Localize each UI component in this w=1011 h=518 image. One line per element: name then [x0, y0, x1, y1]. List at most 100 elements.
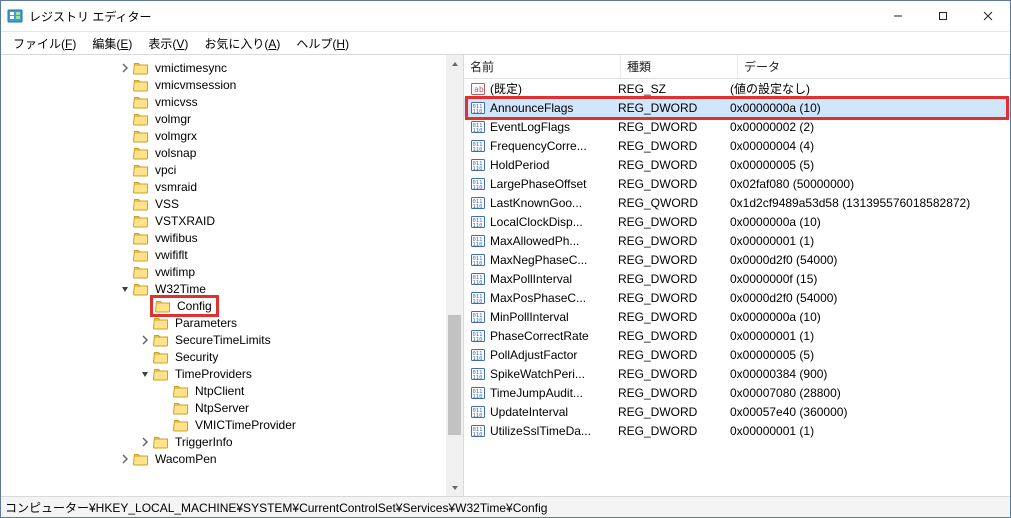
value-row[interactable]: 011110HoldPeriodREG_DWORD0x00000005 (5)	[464, 155, 1010, 174]
tree-item[interactable]: vmictimesync	[1, 59, 463, 76]
folder-icon	[133, 60, 149, 76]
tree-item-label: TimeProviders	[173, 367, 254, 381]
values-list[interactable]: ab(既定)REG_SZ(値の設定なし)011110AnnounceFlagsR…	[464, 79, 1010, 496]
chevron-down-icon[interactable]	[137, 366, 153, 382]
folder-icon	[153, 332, 169, 348]
value-data: 0x0000d2f0 (54000)	[728, 291, 1010, 305]
chevron-right-icon[interactable]	[117, 60, 133, 76]
value-row[interactable]: 011110MaxNegPhaseC...REG_DWORD0x0000d2f0…	[464, 250, 1010, 269]
tree-item[interactable]: SecureTimeLimits	[1, 331, 463, 348]
tree-item[interactable]: VSS	[1, 195, 463, 212]
binary-value-icon: 011110	[470, 252, 486, 268]
value-row[interactable]: 011110PhaseCorrectRateREG_DWORD0x0000000…	[464, 326, 1010, 345]
chevron-right-icon[interactable]	[137, 434, 153, 450]
tree-item[interactable]: VSTXRAID	[1, 212, 463, 229]
value-row[interactable]: 011110EventLogFlagsREG_DWORD0x00000002 (…	[464, 117, 1010, 136]
value-row[interactable]: 011110UpdateIntervalREG_DWORD0x00057e40 …	[464, 402, 1010, 421]
expand-placeholder	[157, 383, 173, 399]
tree-item[interactable]: WacomPen	[1, 450, 463, 467]
value-name: LastKnownGoo...	[490, 196, 582, 210]
folder-icon	[155, 298, 171, 314]
tree-item-label: volsnap	[153, 146, 198, 160]
tree-item-label: Parameters	[173, 316, 239, 330]
menu-item[interactable]: お気に入り(A)	[196, 33, 288, 54]
tree-item[interactable]: vpci	[1, 161, 463, 178]
folder-icon	[153, 434, 169, 450]
tree-item[interactable]: Config	[1, 297, 463, 314]
tree-item[interactable]: TriggerInfo	[1, 433, 463, 450]
tree-item[interactable]: NtpClient	[1, 382, 463, 399]
chevron-down-icon[interactable]	[117, 281, 133, 297]
scroll-thumb[interactable]	[448, 315, 461, 435]
value-row[interactable]: 011110UtilizeSslTimeDa...REG_DWORD0x0000…	[464, 421, 1010, 440]
menu-item[interactable]: 編集(E)	[84, 33, 140, 54]
svg-text:110: 110	[473, 356, 483, 362]
registry-tree[interactable]: vmictimesyncvmicvmsessionvmicvssvolmgrvo…	[1, 59, 463, 496]
tree-item[interactable]: volsnap	[1, 144, 463, 161]
tree-item[interactable]: W32Time	[1, 280, 463, 297]
tree-item-label: VMICTimeProvider	[193, 418, 298, 432]
tree-item[interactable]: vwififlt	[1, 246, 463, 263]
value-row[interactable]: 011110AnnounceFlagsREG_DWORD0x0000000a (…	[464, 98, 1010, 117]
value-row[interactable]: 011110LastKnownGoo...REG_QWORD0x1d2cf948…	[464, 193, 1010, 212]
binary-value-icon: 011110	[470, 138, 486, 154]
binary-value-icon: 011110	[470, 100, 486, 116]
tree-item[interactable]: vwifimp	[1, 263, 463, 280]
chevron-right-icon[interactable]	[117, 451, 133, 467]
col-header-name[interactable]: 名前	[464, 55, 621, 78]
value-data: 0x02faf080 (50000000)	[728, 177, 1010, 191]
scroll-up-icon[interactable]	[446, 55, 463, 72]
value-row[interactable]: 011110LocalClockDisp...REG_DWORD0x000000…	[464, 212, 1010, 231]
value-row[interactable]: 011110MinPollIntervalREG_DWORD0x0000000a…	[464, 307, 1010, 326]
col-header-data[interactable]: データ	[738, 55, 1010, 78]
value-row[interactable]: 011110PollAdjustFactorREG_DWORD0x0000000…	[464, 345, 1010, 364]
col-header-type[interactable]: 種類	[621, 55, 738, 78]
regedit-icon	[7, 8, 23, 24]
menu-item[interactable]: ヘルプ(H)	[288, 33, 357, 54]
menu-item[interactable]: 表示(V)	[140, 33, 196, 54]
tree-item[interactable]: NtpServer	[1, 399, 463, 416]
expand-placeholder	[117, 264, 133, 280]
minimize-button[interactable]	[875, 1, 920, 31]
close-button[interactable]	[965, 1, 1010, 31]
value-row[interactable]: ab(既定)REG_SZ(値の設定なし)	[464, 79, 1010, 98]
string-value-icon: ab	[470, 81, 486, 97]
value-row[interactable]: 011110LargePhaseOffsetREG_DWORD0x02faf08…	[464, 174, 1010, 193]
value-type: REG_DWORD	[616, 272, 728, 286]
binary-value-icon: 011110	[470, 423, 486, 439]
value-row[interactable]: 011110SpikeWatchPeri...REG_DWORD0x000003…	[464, 364, 1010, 383]
value-row[interactable]: 011110MaxPollIntervalREG_DWORD0x0000000f…	[464, 269, 1010, 288]
window-buttons	[875, 1, 1010, 31]
tree-item[interactable]: volmgrx	[1, 127, 463, 144]
tree-item[interactable]: Security	[1, 348, 463, 365]
tree-item[interactable]: vmicvss	[1, 93, 463, 110]
scroll-down-icon[interactable]	[446, 479, 463, 496]
tree-item[interactable]: vwifibus	[1, 229, 463, 246]
expand-placeholder	[157, 400, 173, 416]
tree-item[interactable]: Parameters	[1, 314, 463, 331]
svg-text:110: 110	[473, 299, 483, 305]
folder-icon	[133, 94, 149, 110]
value-data: 0x1d2cf9489a53d58 (131395576018582872)	[728, 196, 1010, 210]
value-row[interactable]: 011110TimeJumpAudit...REG_DWORD0x0000708…	[464, 383, 1010, 402]
tree-item[interactable]: vmicvmsession	[1, 76, 463, 93]
menu-item[interactable]: ファイル(F)	[5, 33, 84, 54]
value-type: REG_DWORD	[616, 253, 728, 267]
value-row[interactable]: 011110FrequencyCorre...REG_DWORD0x000000…	[464, 136, 1010, 155]
value-name: FrequencyCorre...	[490, 139, 587, 153]
value-name: MaxAllowedPh...	[490, 234, 579, 248]
expand-placeholder	[117, 179, 133, 195]
tree-item[interactable]: TimeProviders	[1, 365, 463, 382]
value-row[interactable]: 011110MaxPosPhaseC...REG_DWORD0x0000d2f0…	[464, 288, 1010, 307]
chevron-right-icon[interactable]	[137, 332, 153, 348]
value-name: UpdateInterval	[490, 405, 568, 419]
svg-text:110: 110	[473, 166, 483, 172]
tree-pane: vmictimesyncvmicvmsessionvmicvssvolmgrvo…	[1, 55, 464, 496]
tree-item[interactable]: volmgr	[1, 110, 463, 127]
maximize-button[interactable]	[920, 1, 965, 31]
value-row[interactable]: 011110MaxAllowedPh...REG_DWORD0x00000001…	[464, 231, 1010, 250]
tree-item[interactable]: VMICTimeProvider	[1, 416, 463, 433]
tree-scrollbar[interactable]	[446, 55, 463, 496]
folder-icon	[133, 179, 149, 195]
tree-item[interactable]: vsmraid	[1, 178, 463, 195]
